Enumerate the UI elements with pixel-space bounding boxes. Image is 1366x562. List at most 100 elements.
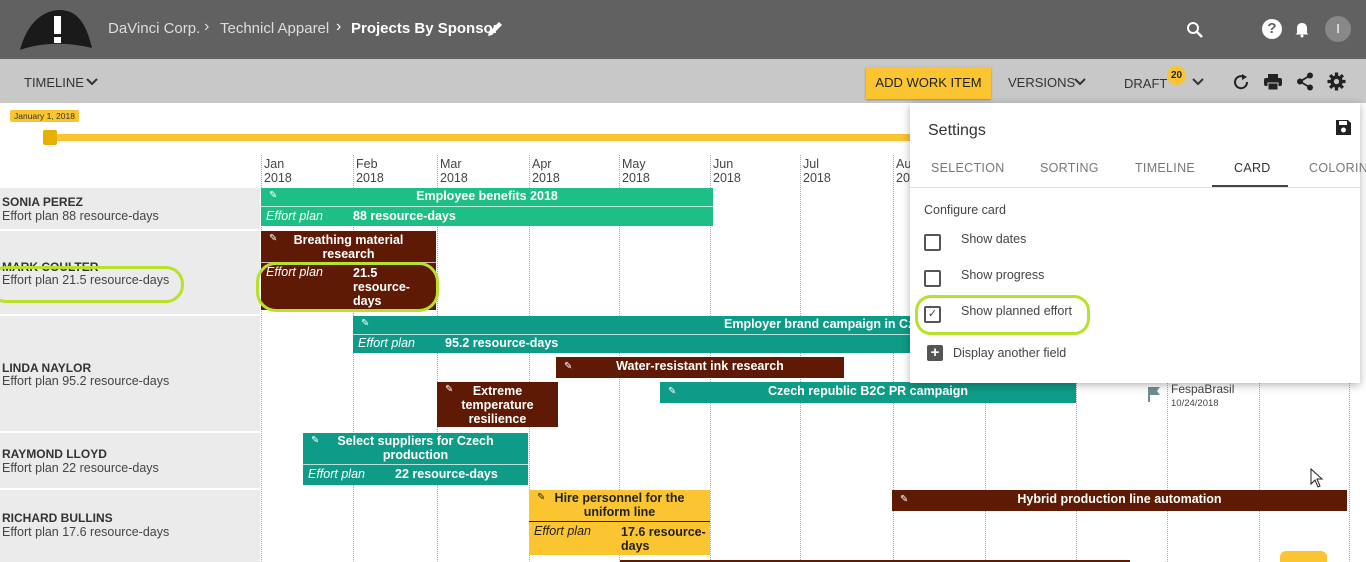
chevron-down-icon[interactable] bbox=[86, 77, 98, 87]
month-year: 20 bbox=[896, 171, 910, 185]
share-icon[interactable] bbox=[1296, 72, 1314, 91]
date-slider-handle[interactable] bbox=[43, 130, 57, 145]
month-year: 2018 bbox=[264, 171, 292, 185]
month-year: 2018 bbox=[713, 171, 741, 185]
flag-icon[interactable] bbox=[1147, 386, 1161, 402]
show-dates-label: Show dates bbox=[961, 232, 1027, 246]
add-work-item-button[interactable]: ADD WORK ITEM bbox=[866, 67, 991, 99]
month-name: Jul bbox=[803, 157, 819, 171]
month-label: Apr 2018 bbox=[532, 157, 560, 185]
month-label: Jan 2018 bbox=[264, 157, 292, 185]
floating-action-button[interactable] bbox=[1280, 551, 1327, 562]
page-title: Projects By Sponsor bbox=[351, 20, 499, 37]
settings-title: Settings bbox=[928, 122, 986, 139]
month-year: 2018 bbox=[440, 171, 468, 185]
month-label: Jun 2018 bbox=[713, 157, 741, 185]
timeline-view-dropdown[interactable]: TIMELINE bbox=[24, 75, 84, 90]
tab-sorting[interactable]: SORTING bbox=[1040, 161, 1099, 175]
chevron-right-icon: › bbox=[204, 18, 210, 35]
work-item-title: Hire personnel for the uniform line bbox=[554, 491, 685, 519]
work-item-title: Water-resistant ink research bbox=[616, 359, 784, 373]
search-icon[interactable] bbox=[1186, 21, 1203, 38]
month-label: May 2018 bbox=[622, 157, 650, 185]
tab-card[interactable]: CARD bbox=[1234, 161, 1271, 175]
show-progress-label: Show progress bbox=[961, 268, 1045, 282]
date-slider-track[interactable] bbox=[44, 134, 914, 141]
draft-count-badge: 20 bbox=[1167, 66, 1186, 85]
work-item-bar[interactable]: ✎ Water-resistant ink research bbox=[556, 357, 844, 378]
show-progress-checkbox[interactable] bbox=[924, 270, 941, 287]
pencil-icon[interactable]: ✎ bbox=[361, 318, 369, 329]
effort-plan-label: Effort plan bbox=[308, 467, 365, 481]
highlight-annotation bbox=[256, 262, 439, 312]
help-icon[interactable]: ? bbox=[1262, 19, 1282, 39]
chevron-down-icon[interactable] bbox=[1074, 77, 1086, 87]
refresh-icon[interactable] bbox=[1232, 73, 1250, 91]
highlight-annotation bbox=[0, 266, 184, 303]
resource-name: RAYMOND LLOYD bbox=[2, 447, 107, 461]
mouse-cursor-icon bbox=[1310, 468, 1324, 488]
work-item-bar[interactable]: ✎ Czech republic B2C PR campaign bbox=[660, 382, 1076, 403]
chevron-right-icon: › bbox=[336, 18, 342, 35]
breadcrumb-company[interactable]: DaVinci Corp. bbox=[108, 20, 200, 37]
tab-coloring[interactable]: COLORIN bbox=[1309, 161, 1366, 175]
show-dates-checkbox[interactable] bbox=[924, 234, 941, 251]
bell-icon[interactable] bbox=[1294, 20, 1310, 38]
work-item-bar[interactable]: ✎ Hire personnel for the uniform line Ef… bbox=[529, 490, 710, 555]
work-item-title: Breathing material research bbox=[293, 233, 404, 261]
chevron-down-icon[interactable] bbox=[1192, 77, 1204, 87]
plus-icon[interactable]: + bbox=[927, 345, 943, 361]
resource-effort: Effort plan 88 resource-days bbox=[2, 209, 159, 223]
toolbar: TIMELINE ADD WORK ITEM VERSIONS DRAFT 20 bbox=[0, 59, 1366, 103]
tab-selection[interactable]: SELECTION bbox=[931, 161, 1005, 175]
pencil-icon[interactable] bbox=[486, 20, 504, 38]
resource-effort: Effort plan 22 resource-days bbox=[2, 461, 159, 475]
settings-panel: Settings SELECTION SORTING TIMELINE CARD… bbox=[910, 103, 1366, 383]
effort-plan-label: Effort plan bbox=[534, 524, 591, 538]
print-icon[interactable] bbox=[1263, 73, 1283, 91]
tab-timeline[interactable]: TIMELINE bbox=[1135, 161, 1195, 175]
month-year: 2018 bbox=[356, 171, 384, 185]
work-item-bar[interactable]: ✎ Select suppliers for Czech production … bbox=[303, 433, 528, 485]
draft-dropdown[interactable]: DRAFT bbox=[1124, 76, 1167, 91]
month-name: Apr bbox=[532, 157, 552, 171]
date-slider-label: January 1, 2018 bbox=[10, 110, 79, 122]
work-item-title: Employer brand campaign in Cze bbox=[724, 317, 910, 331]
milestone-date: 10/24/2018 bbox=[1171, 398, 1219, 409]
bar-divider bbox=[529, 521, 710, 522]
milestone-name[interactable]: FespaBrasil bbox=[1171, 382, 1234, 396]
effort-plan-value: 17.6 resource-days bbox=[621, 525, 706, 553]
month-year: 2018 bbox=[622, 171, 650, 185]
month-label: Jul 2018 bbox=[803, 157, 831, 185]
resource-effort: Effort plan 17.6 resource-days bbox=[2, 525, 170, 539]
work-item-bar[interactable]: ✎ Hybrid production line automation bbox=[892, 490, 1347, 511]
month-name: Feb bbox=[356, 157, 378, 171]
breadcrumb-workspace[interactable]: Technicl Apparel bbox=[220, 20, 329, 37]
row-label: RICHARD BULLINS Effort plan 17.6 resourc… bbox=[0, 490, 260, 562]
month-year: 2018 bbox=[803, 171, 831, 185]
avatar[interactable]: I bbox=[1325, 16, 1351, 42]
save-icon[interactable] bbox=[1335, 119, 1352, 136]
section-label: Configure card bbox=[924, 203, 1006, 217]
effort-plan-label: Effort plan bbox=[358, 336, 415, 350]
work-item-title: Employee benefits 2018 bbox=[416, 189, 558, 203]
work-item-bar[interactable]: ✎ Employee benefits 2018 Effort plan 88 … bbox=[261, 188, 713, 226]
month-name: Mar bbox=[440, 157, 462, 171]
month-label: Au 20 bbox=[896, 157, 911, 185]
effort-plan-value: 95.2 resource-days bbox=[445, 336, 559, 350]
gear-icon[interactable] bbox=[1327, 72, 1346, 91]
work-item-bar[interactable]: ✎ Employer brand campaign in Cze Effort … bbox=[353, 316, 910, 353]
work-item-bar[interactable]: ✎ Extreme temperature resilience bbox=[437, 382, 558, 427]
month-label: Mar 2018 bbox=[440, 157, 468, 185]
logo-hat-icon[interactable] bbox=[18, 6, 94, 52]
app-header: DaVinci Corp. › Technicl Apparel › Proje… bbox=[0, 0, 1366, 59]
versions-dropdown[interactable]: VERSIONS bbox=[1008, 75, 1075, 90]
display-another-field-link[interactable]: Display another field bbox=[953, 346, 1066, 360]
row-label: LINDA NAYLOR Effort plan 95.2 resource-d… bbox=[0, 316, 260, 433]
effort-plan-label: Effort plan bbox=[266, 209, 323, 223]
row-label: SONIA PEREZ Effort plan 88 resource-days bbox=[0, 188, 260, 231]
effort-plan-value: 22 resource-days bbox=[395, 467, 498, 481]
month-name: Au bbox=[896, 157, 912, 171]
divider bbox=[910, 187, 1360, 188]
work-item-title: Select suppliers for Czech production bbox=[337, 434, 494, 462]
